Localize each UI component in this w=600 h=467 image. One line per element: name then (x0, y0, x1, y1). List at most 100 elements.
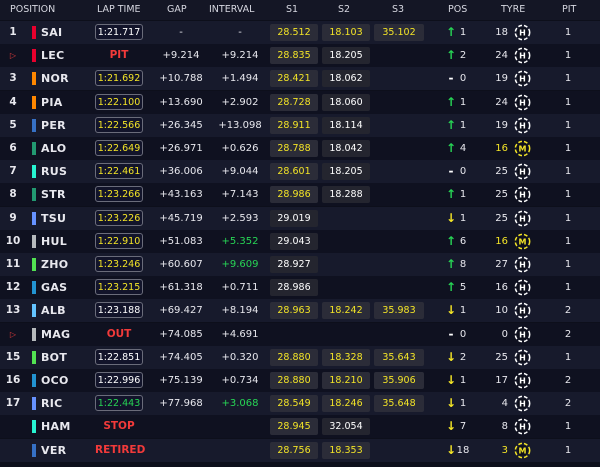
table-row[interactable]: 10 HUL 1:22.910 +51.083 +5.352 29.043 ↑ 6 16 M 1 (0, 229, 600, 253)
gap-value: +45.719 (159, 212, 203, 224)
driver-code[interactable]: SAI (41, 21, 62, 44)
table-row[interactable]: 17 RIC 1:22.443 +77.968 +3.068 28.549 18.246 35… (0, 392, 600, 416)
position-change-arrow-icon: ↓ (446, 396, 457, 411)
interval-value: +5.352 (221, 235, 259, 247)
status-badge: OUT (106, 327, 132, 340)
interval-value: +1.494 (221, 73, 259, 85)
header-interval[interactable]: INTERVAL (209, 4, 254, 15)
sector-s1-time: 28.756 (270, 441, 318, 459)
driver-code[interactable]: ALO (41, 137, 66, 160)
table-row[interactable]: ▷ LEC PIT +9.214 +9.214 28.835 18.205 ↑ 2 24 H 1 (0, 44, 600, 68)
driver-code[interactable]: ZHO (41, 253, 68, 276)
tyre-compound-letter: H (519, 75, 526, 84)
pit-stops: 1 (564, 444, 572, 456)
tyre-compound-icon: H (514, 24, 531, 41)
tyre-laps: 10 (495, 305, 508, 317)
gap-value: - (179, 27, 183, 38)
position-change-count: 1 (459, 96, 467, 108)
driver-code[interactable]: NOR (41, 67, 69, 90)
tyre-compound-letter: H (519, 261, 526, 270)
driver-code[interactable]: VER (41, 439, 66, 462)
team-color-bar (32, 211, 36, 225)
header-pit[interactable]: PIT (562, 4, 576, 15)
driver-code[interactable]: PER (41, 114, 66, 137)
position-change-count: 1 (459, 375, 467, 386)
header-tyre[interactable]: TYRE (501, 4, 525, 15)
driver-code[interactable]: HAM (41, 415, 71, 438)
header-row: POSITION LAP TIME GAP INTERVAL S1 S2 S3 … (0, 0, 600, 20)
position-change-arrow-icon: - (448, 326, 454, 341)
driver-code[interactable]: ALB (41, 299, 66, 322)
table-row[interactable]: HAM STOP 28.945 32.054 ↓ 7 8 H 1 (0, 415, 600, 439)
table-row[interactable]: 9 TSU 1:23.226 +45.719 +2.593 29.019 ↓ 1 25 H 1 (0, 206, 600, 230)
row-position: 12 (5, 281, 21, 294)
header-gap[interactable]: GAP (167, 4, 187, 15)
table-row[interactable]: ▷ MAG OUT +74.085 +4.691-0 0 H 2 (0, 322, 600, 346)
driver-code[interactable]: LEC (41, 44, 65, 67)
sector-s1-time: 28.963 (270, 302, 318, 320)
tyre-laps: 17 (495, 375, 508, 386)
table-row[interactable]: 6 ALO 1:22.649 +26.971 +0.626 28.788 18.042 ↑ 4 1… (0, 137, 600, 160)
pit-stops: 2 (564, 375, 572, 386)
table-row[interactable]: 16 OCO 1:22.996 +75.139 +0.734 28.880 18.210 35… (0, 369, 600, 392)
sector-s1-time: 28.728 (270, 93, 318, 111)
team-color-bar (32, 304, 36, 318)
sector-s2-time: 18.353 (322, 441, 370, 459)
status-badge: STOP (103, 420, 135, 433)
table-row[interactable]: VER RETIRED 28.756 18.353 ↓ 18 3 M 1 (0, 438, 600, 462)
sector-s1-time: 28.835 (270, 47, 318, 65)
table-row[interactable]: 15 BOT 1:22.851 +74.405 +0.320 28.880 18.328 35… (0, 345, 600, 369)
table-row[interactable]: 5 PER 1:22.566 +26.345 +13.098 28.911 18.114 ↑ 1… (0, 113, 600, 137)
table-row[interactable]: 12 GAS 1:23.215 +61.318 +0.711 28.986 ↑ 5 16 H 1 (0, 276, 600, 300)
sector-s2-time: 18.114 (322, 116, 370, 134)
header-position[interactable]: POSITION (10, 4, 55, 15)
table-row[interactable]: 13 ALB 1:23.188 +69.427 +8.194 28.963 18.242 35… (0, 299, 600, 323)
interval-value: +0.320 (221, 351, 259, 363)
sector-s2-time: 18.042 (322, 140, 370, 157)
pit-stops: 1 (564, 351, 572, 363)
driver-code[interactable]: HUL (41, 230, 67, 253)
table-row[interactable]: 8 STR 1:23.266 +43.163 +7.143 28.986 18.288 ↑ 1 2… (0, 183, 600, 207)
header-lap-time[interactable]: LAP TIME (97, 4, 141, 15)
driver-code[interactable]: RIC (41, 392, 63, 415)
driver-code[interactable]: PIA (41, 91, 63, 114)
header-s1[interactable]: S1 (286, 4, 298, 15)
gap-value: +43.163 (159, 189, 203, 201)
table-row[interactable]: 3 NOR 1:21.692 +10.788 +1.494 28.421 18.062 -0 1… (0, 67, 600, 91)
table-row[interactable]: 11 ZHO 1:23.246 +60.607 +9.609 28.927 ↑ 8 27 H 1 (0, 253, 600, 276)
driver-code[interactable]: STR (41, 183, 66, 206)
team-color-bar (32, 72, 36, 86)
pit-stops: 2 (564, 398, 572, 410)
gap-value: +74.405 (159, 351, 203, 363)
interval-value: +13.098 (218, 119, 262, 131)
pit-stops: 1 (564, 50, 572, 62)
driver-code[interactable]: TSU (41, 207, 66, 230)
position-change-arrow-icon: - (448, 164, 454, 179)
driver-code[interactable]: OCO (41, 369, 69, 392)
driver-code[interactable]: GAS (41, 276, 67, 299)
tyre-laps: 16 (495, 235, 508, 247)
row-position: 5 (9, 118, 17, 131)
sector-s2-time: 18.205 (322, 163, 370, 181)
driver-code[interactable]: BOT (41, 346, 67, 369)
header-s3[interactable]: S3 (392, 4, 404, 15)
driver-code[interactable]: RUS (41, 160, 67, 183)
tyre-compound-icon: H (514, 349, 531, 366)
interval-value: +9.609 (221, 259, 259, 270)
driver-code[interactable]: MAG (41, 323, 70, 346)
tyre-compound-letter: M (519, 446, 527, 455)
tyre-laps: 24 (495, 96, 508, 108)
position-change-arrow-icon: ↓ (446, 303, 457, 318)
pit-stops: 1 (564, 189, 572, 201)
tyre-compound-letter: H (519, 284, 526, 293)
sector-s2-time: 18.246 (322, 395, 370, 413)
sector-s2-time: 18.103 (322, 24, 370, 41)
table-row[interactable]: 4 PIA 1:22.100 +13.690 +2.902 28.728 18.060 ↑ 1 2… (0, 90, 600, 114)
tyre-laps: 19 (495, 119, 508, 131)
interval-value: +4.691 (221, 328, 259, 340)
table-row[interactable]: 1 SAI 1:21.717- -28.512 18.103 35.102 ↑ 1 18 H 1 (0, 21, 600, 44)
header-s2[interactable]: S2 (338, 4, 350, 15)
header-pos[interactable]: POS (448, 4, 467, 15)
tyre-compound-letter: H (519, 29, 526, 38)
table-row[interactable]: 7 RUS 1:22.461 +36.006 +9.044 28.601 18.205 -0 2… (0, 160, 600, 184)
